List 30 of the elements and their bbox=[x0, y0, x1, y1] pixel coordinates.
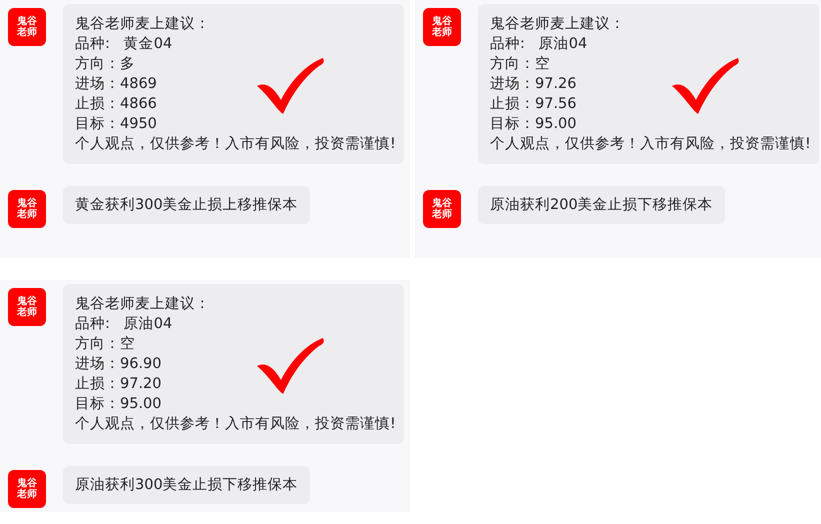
message-line: 进场：96.90 bbox=[75, 355, 163, 374]
message-line: 个人观点，仅供参考！入市有风险，投资需谨慎! bbox=[490, 134, 811, 154]
message-line: 方向：空 bbox=[75, 334, 136, 354]
message-line: 目标：4950 bbox=[75, 115, 158, 134]
message-line: 个人观点，仅供参考！入市有风险，投资需谨慎! bbox=[75, 414, 396, 434]
avatar[interactable]: 鬼谷 老师 bbox=[8, 190, 46, 228]
message-line: 目标：95.00 bbox=[490, 115, 578, 134]
message-line: 进场：4869 bbox=[75, 75, 158, 94]
message-line: 方向：空 bbox=[490, 54, 551, 74]
avatar[interactable]: 鬼谷 老师 bbox=[423, 8, 461, 46]
message-line: 品种: 原油04 bbox=[490, 35, 588, 54]
message-line: 止损：97.56 bbox=[490, 95, 578, 114]
message-line: 个人观点，仅供参考！入市有风险，投资需谨慎! bbox=[75, 134, 396, 154]
message-line: 品种: 黄金04 bbox=[75, 35, 174, 54]
message-line: 止损：4866 bbox=[75, 95, 158, 114]
message-line: 止损：97.20 bbox=[75, 375, 163, 394]
message-text: 黄金获利300美金止损上移推保本 bbox=[75, 196, 298, 215]
message-line: 进场：97.26 bbox=[490, 75, 578, 94]
message-line: 品种: 原油04 bbox=[75, 315, 174, 334]
avatar[interactable]: 鬼谷 老师 bbox=[423, 190, 461, 228]
avatar[interactable]: 鬼谷 老师 bbox=[8, 470, 46, 508]
message-text: 原油获利300美金止损下移推保本 bbox=[75, 476, 298, 495]
message-line: 方向：多 bbox=[75, 54, 136, 74]
message-text: 原油获利200美金止损下移推保本 bbox=[490, 196, 713, 215]
avatar[interactable]: 鬼谷 老师 bbox=[8, 8, 46, 46]
message-line: 鬼谷老师麦上建议： bbox=[75, 14, 211, 34]
message-line: 鬼谷老师麦上建议： bbox=[490, 14, 626, 34]
avatar[interactable]: 鬼谷 老师 bbox=[8, 288, 46, 326]
message-line: 目标：95.00 bbox=[75, 395, 163, 414]
message-line: 鬼谷老师麦上建议： bbox=[75, 294, 211, 314]
